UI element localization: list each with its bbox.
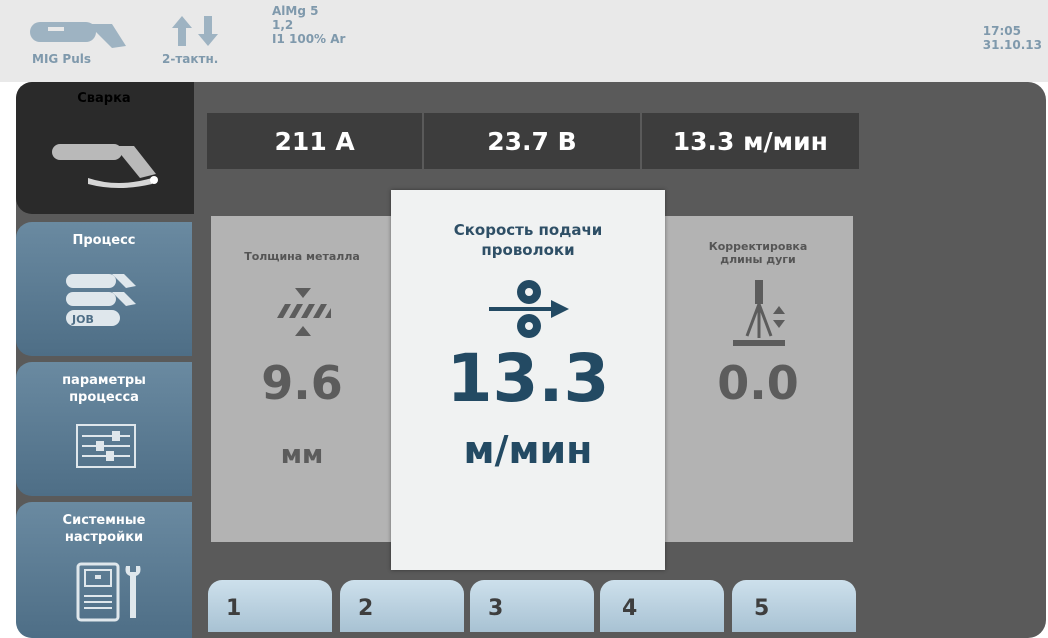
sliders-icon <box>76 424 136 468</box>
wire-diameter: 1,2 <box>272 18 294 32</box>
button-label: 4 <box>622 596 638 621</box>
wire-feed-icon <box>489 280 569 338</box>
wire-speed-readout: 13.3 м/мин <box>641 113 859 169</box>
metal-thickness-value: 9.6 <box>261 356 343 410</box>
trigger-mode: 2-тактн. <box>162 52 219 66</box>
metal-thickness-label: Толщина металла <box>244 250 360 263</box>
svg-text:JOB: JOB <box>71 313 94 326</box>
label-line1: Скорость подачи <box>453 221 603 239</box>
function-button-3[interactable]: 3 <box>470 580 594 632</box>
process-job-icon: JOB <box>66 274 136 326</box>
material-info: AlMg 5 1,2 I1 100% Ar <box>272 4 345 46</box>
tab-system-settings[interactable]: Системные настройки <box>16 502 192 638</box>
current-readout: 211 A <box>207 113 423 169</box>
label-line2: проволоки <box>481 241 575 259</box>
metal-thickness-icon <box>277 288 331 336</box>
tab-process[interactable]: Процесс JOB <box>16 222 192 356</box>
label-line2: настройки <box>64 530 144 545</box>
param-wire-feed-speed[interactable]: Скорость подачи проволоки 13.3 м/мин <box>391 190 665 570</box>
button-label: 2 <box>358 596 374 621</box>
label-line1: Системные <box>62 513 146 528</box>
shielding-gas: I1 100% Ar <box>272 32 346 46</box>
process-name: MIG Puls <box>32 52 92 66</box>
welding-torch-icon <box>52 144 158 188</box>
arc-length-label: Корректировка длины дуги <box>663 240 853 266</box>
tab-process-params[interactable]: параметры процесса <box>16 362 192 496</box>
label-line1: Корректировка <box>708 240 808 253</box>
button-label: 1 <box>226 596 242 621</box>
function-button-1[interactable]: 1 <box>208 580 332 632</box>
welding-torch-status-icon <box>30 22 126 48</box>
label-line2: длины дуги <box>720 253 796 266</box>
voltage-readout: 23.7 B <box>424 113 640 169</box>
welder-display: MIG Puls 2-тактн. AlMg 5 1,2 I1 100% Ar … <box>0 0 1048 638</box>
machine-wrench-icon <box>76 562 141 622</box>
param-arc-length-correction[interactable]: Корректировка длины дуги 0.0 <box>663 216 853 542</box>
date: 31.10.13 <box>982 38 1042 52</box>
actual-values-bar: 211 A 23.7 B 13.3 м/мин <box>207 113 859 169</box>
material: AlMg 5 <box>272 4 319 18</box>
tab-welding[interactable]: Сварка <box>16 82 194 214</box>
button-label: 5 <box>754 596 770 621</box>
trigger-mode-icon <box>172 16 218 46</box>
button-label: 3 <box>488 596 504 621</box>
label-line2: процесса <box>69 390 139 405</box>
function-button-2[interactable]: 2 <box>340 580 464 632</box>
time: 17:05 <box>982 24 1021 38</box>
function-button-5[interactable]: 5 <box>732 580 856 632</box>
label-line1: параметры <box>62 373 146 388</box>
wire-feed-value: 13.3 <box>446 340 610 417</box>
clock: 17:05 31.10.13 <box>983 24 1042 52</box>
tab-process-label: Процесс <box>72 233 136 248</box>
param-metal-thickness[interactable]: Толщина металла 9.6 мм <box>211 216 393 542</box>
arc-length-value: 0.0 <box>717 356 799 410</box>
metal-thickness-unit: мм <box>280 440 324 470</box>
tab-system-settings-label: Системные настройки <box>16 512 192 546</box>
tab-welding-label: Сварка <box>77 91 131 106</box>
tab-process-params-label: параметры процесса <box>16 372 192 406</box>
arc-length-icon <box>733 280 785 346</box>
wire-feed-label: Скорость подачи проволоки <box>391 220 665 260</box>
function-button-4[interactable]: 4 <box>600 580 724 632</box>
status-bar: MIG Puls 2-тактн. AlMg 5 1,2 I1 100% Ar … <box>0 0 1048 82</box>
wire-feed-unit: м/мин <box>463 428 593 472</box>
